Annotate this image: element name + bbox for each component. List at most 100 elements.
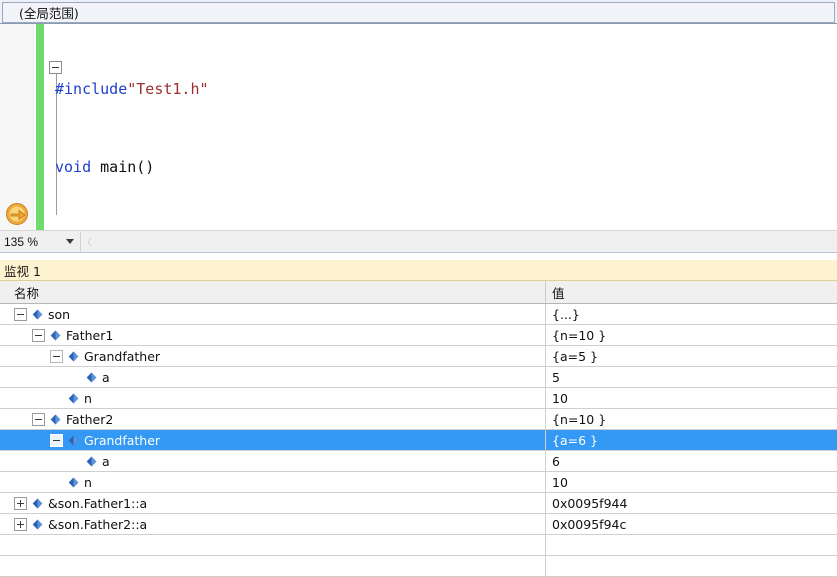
editor-status-strip: 135 % 〈 <box>0 230 837 252</box>
watch-row-value-cell[interactable]: {a=5 } <box>546 346 837 366</box>
watch-row-value-cell[interactable]: 6 <box>546 451 837 471</box>
watch-empty-row-name-cell[interactable] <box>0 535 546 555</box>
watch-row-name-label: a <box>102 369 110 385</box>
watch-grid-body: son {...} Father1 {n=10 } Grandfather {a=5 } a… <box>0 304 837 577</box>
field-diamond-icon <box>32 309 43 319</box>
code-token: void <box>55 158 92 176</box>
column-header-value[interactable]: 值 <box>546 281 837 303</box>
watch-row-name-label: &son.Father1::a <box>48 495 148 511</box>
watch-row-value-cell[interactable]: {a=6 } <box>546 430 837 450</box>
watch-row-value-cell[interactable]: 0x0095f94c <box>546 514 837 534</box>
watch-row-name-label: son <box>48 306 71 322</box>
field-diamond-icon <box>50 414 61 424</box>
field-diamond-icon <box>32 498 43 508</box>
watch-row[interactable]: n 10 <box>0 388 837 409</box>
watch-row-name-cell[interactable]: son <box>0 304 546 324</box>
tree-expander-spacer <box>68 371 81 384</box>
watch-row-name-label: Grandfather <box>84 432 161 448</box>
editor-indicator-margin[interactable] <box>0 24 34 230</box>
watch-row-name-cell[interactable]: Grandfather <box>0 346 546 366</box>
watch-empty-row[interactable] <box>0 556 837 577</box>
field-diamond-icon <box>86 372 97 382</box>
watch-row[interactable]: a5 <box>0 367 837 388</box>
field-diamond-icon <box>68 351 79 361</box>
scope-value: (全局范围) <box>19 6 79 21</box>
watch-row-name-label: Grandfather <box>84 348 161 364</box>
column-header-name[interactable]: 名称 <box>0 281 546 303</box>
watch-row-value-cell[interactable]: {n=10 } <box>546 325 837 345</box>
watch-row-name-cell[interactable]: Father2 <box>0 409 546 429</box>
watch-empty-row[interactable] <box>0 535 837 556</box>
tree-expand-icon[interactable] <box>14 517 27 531</box>
field-diamond-icon <box>32 519 43 529</box>
goto-arrow-icon[interactable] <box>4 202 30 226</box>
watch-row-value-cell[interactable]: 10 <box>546 472 837 492</box>
field-diamond-icon <box>68 477 79 487</box>
field-diamond-icon <box>86 456 97 466</box>
column-header-value-label: 值 <box>552 285 565 301</box>
watch-row-name-cell[interactable]: Father1 <box>0 325 546 345</box>
watch-grid: 名称 值 son {...} Father1 {n=10 } Grandfather {a… <box>0 281 837 577</box>
watch-row-name-cell[interactable]: n <box>0 472 546 492</box>
watch-row-value-cell[interactable]: {n=10 } <box>546 409 837 429</box>
tree-collapse-icon[interactable] <box>32 412 45 426</box>
field-diamond-icon <box>50 330 61 340</box>
watch-empty-row-value-cell[interactable] <box>546 535 837 555</box>
code-editor[interactable]: #include"Test1.h" void main() { Son son(… <box>0 24 837 230</box>
field-diamond-icon <box>68 435 79 445</box>
watch-row-value-cell[interactable]: 5 <box>546 367 837 387</box>
watch-row-value-cell[interactable]: {...} <box>546 304 837 324</box>
watch-row-name-cell[interactable]: n <box>0 388 546 408</box>
watch-row[interactable]: &son.Father1::a 0x0095f944 <box>0 493 837 514</box>
watch-row[interactable]: Father1 {n=10 } <box>0 325 837 346</box>
tree-collapse-icon[interactable] <box>50 433 63 447</box>
chevron-down-icon[interactable] <box>66 239 74 244</box>
editor-change-bar <box>36 24 44 230</box>
watch-row-name-cell[interactable]: Grandfather <box>0 430 546 450</box>
watch-row-name-label: Father2 <box>66 411 114 427</box>
watch-row-name-label: a <box>102 453 110 469</box>
scope-bar: (全局范围) <box>0 0 837 24</box>
zoom-level-dropdown[interactable]: 135 % <box>0 231 80 252</box>
watch-row[interactable]: Father2 {n=10 } <box>0 409 837 430</box>
code-text-area[interactable]: #include"Test1.h" void main() { Son son(… <box>55 24 837 230</box>
watch-row-name-label: n <box>84 474 92 490</box>
tree-expander-spacer <box>68 455 81 468</box>
watch-row-name-cell[interactable]: &son.Father1::a <box>0 493 546 513</box>
watch-row-name-cell[interactable]: &son.Father2::a <box>0 514 546 534</box>
code-token: "Test1.h" <box>127 80 209 98</box>
watch-row-name-label: n <box>84 390 92 406</box>
code-token: main() <box>91 158 155 176</box>
tree-collapse-icon[interactable] <box>32 328 45 342</box>
watch-row-value-cell[interactable]: 0x0095f944 <box>546 493 837 513</box>
watch-empty-row-name-cell[interactable] <box>0 556 546 576</box>
watch-grid-header: 名称 值 <box>0 281 837 304</box>
scope-dropdown[interactable]: (全局范围) <box>2 2 835 23</box>
tree-expander-spacer <box>50 476 63 489</box>
watch-row-name-label: &son.Father2::a <box>48 516 148 532</box>
watch-panel-title: 监视 1 <box>0 260 837 281</box>
watch-row[interactable]: Grandfather {a=6 } <box>0 430 837 451</box>
watch-row[interactable]: Grandfather {a=5 } <box>0 346 837 367</box>
horizontal-scrollbar-left-button[interactable]: 〈 <box>80 231 93 252</box>
watch-panel: 监视 1 名称 值 son {...} Father1 {n=10 } Grandfat… <box>0 260 837 577</box>
watch-row-value-cell[interactable]: 10 <box>546 388 837 408</box>
tree-expand-icon[interactable] <box>14 496 27 510</box>
code-token: #include <box>55 80 128 98</box>
code-line: void main() <box>55 154 837 180</box>
watch-panel-title-label: 监视 1 <box>4 263 41 279</box>
zoom-level-label: 135 % <box>4 234 39 249</box>
watch-row-name-cell[interactable]: a <box>0 367 546 387</box>
tree-collapse-icon[interactable] <box>14 307 27 321</box>
tree-expander-spacer <box>50 392 63 405</box>
column-header-name-label: 名称 <box>14 285 40 301</box>
watch-row[interactable]: son {...} <box>0 304 837 325</box>
field-diamond-icon <box>68 393 79 403</box>
watch-row[interactable]: a6 <box>0 451 837 472</box>
watch-empty-row-value-cell[interactable] <box>546 556 837 576</box>
tree-collapse-icon[interactable] <box>50 349 63 363</box>
watch-row-name-cell[interactable]: a <box>0 451 546 471</box>
watch-row[interactable]: &son.Father2::a 0x0095f94c <box>0 514 837 535</box>
watch-row-name-label: Father1 <box>66 327 114 343</box>
watch-row[interactable]: n 10 <box>0 472 837 493</box>
